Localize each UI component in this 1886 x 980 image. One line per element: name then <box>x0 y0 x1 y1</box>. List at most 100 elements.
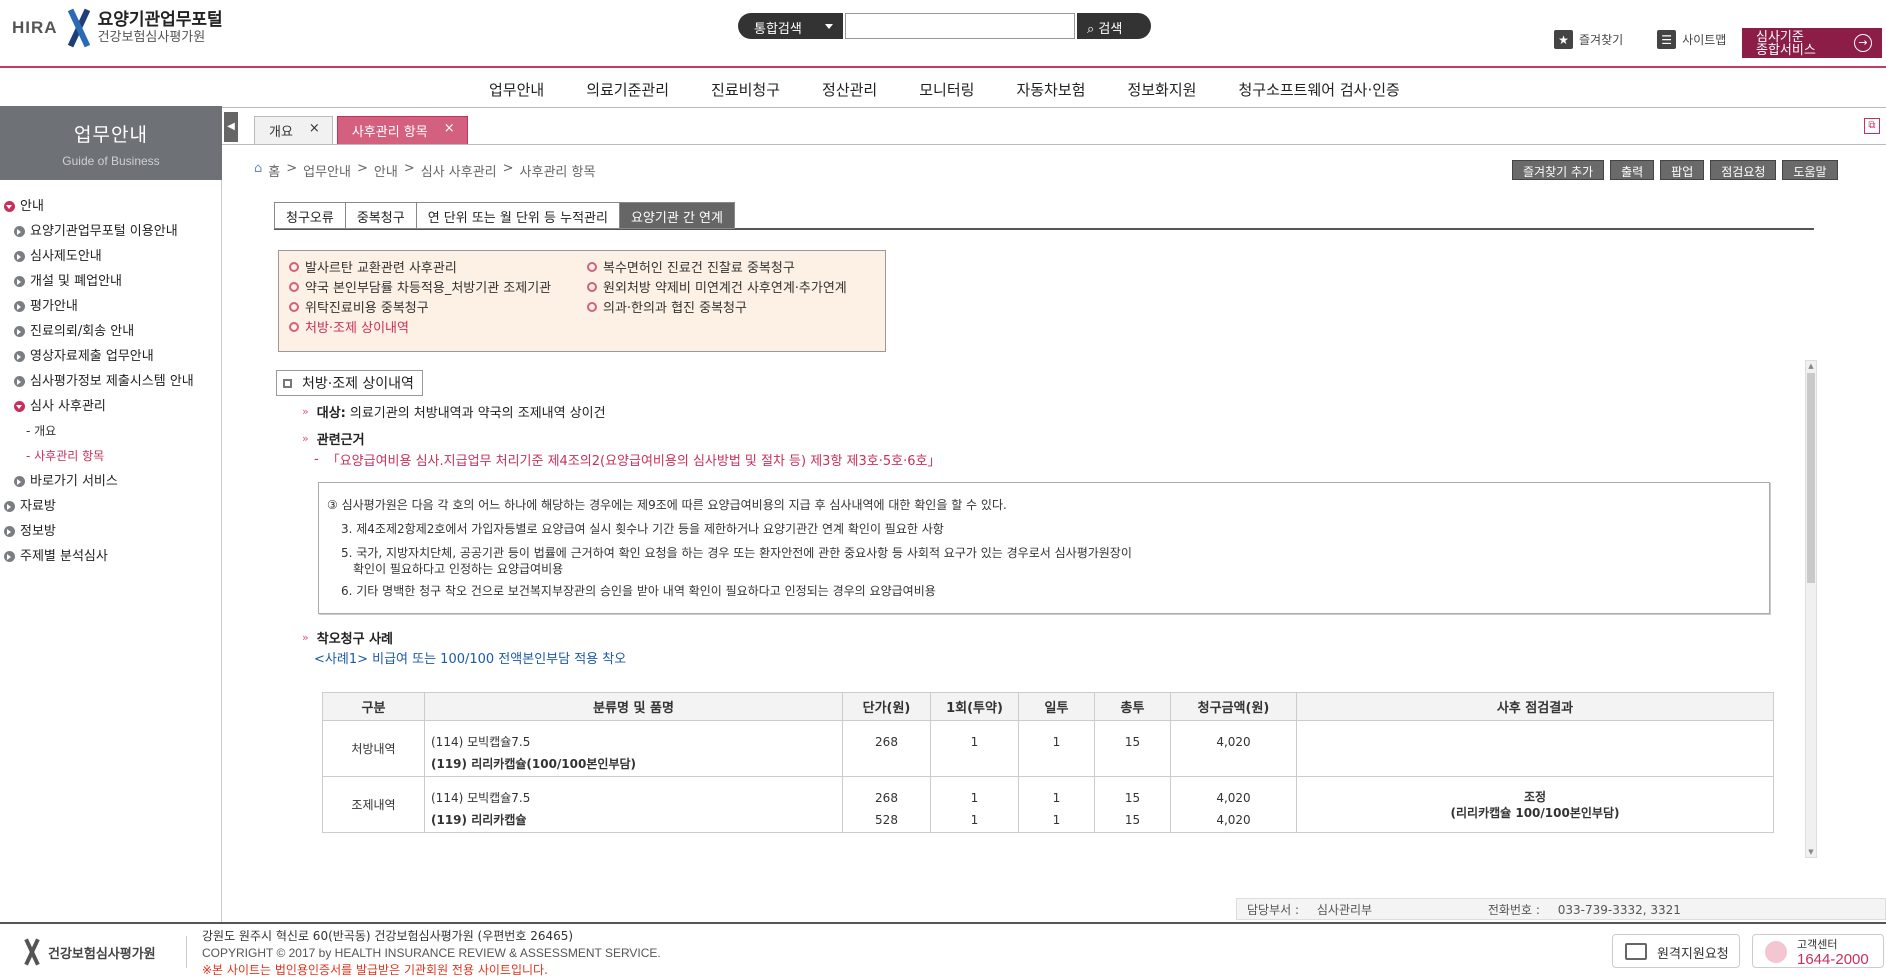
bullet-icon <box>587 281 597 292</box>
row-daily: 11 <box>1018 776 1095 833</box>
nav-software-cert[interactable]: 청구소프트웨어 검사·인증 <box>1217 70 1420 107</box>
row-kind: 처방내역 <box>322 720 425 777</box>
nav-business-guide[interactable]: 업무안내 <box>468 70 565 107</box>
sidebar-item[interactable]: 심사제도안내 <box>0 244 221 269</box>
item-link[interactable]: 발사르탄 교환관련 사후관리 <box>289 257 457 276</box>
monitor-icon <box>1625 943 1647 960</box>
breadcrumb-home[interactable]: 홈 <box>268 161 280 180</box>
item-link[interactable]: 의과·한의과 협진 중복청구 <box>587 297 747 316</box>
item-link[interactable]: 복수면허인 진료건 진찰료 중복청구 <box>587 257 795 276</box>
sidebar-item[interactable]: 심사평가정보 제출시스템 안내 <box>0 369 221 394</box>
department-info: 담당부서 : 심사관리부 전화번호 : 033-739-3332, 3321 <box>1236 898 1886 920</box>
item-link[interactable]: 위탁진료비용 중복청구 <box>289 297 429 316</box>
row-price: 268 <box>842 720 931 777</box>
review-standard-service-button[interactable]: 심사기준 종합서비스 → <box>1742 28 1882 58</box>
home-icon[interactable]: ⌂ <box>254 161 262 180</box>
law-line: ③ 심사평가원은 다음 각 호의 어느 하나에 해당하는 경우에는 제9조에 따… <box>327 498 1007 512</box>
sidebar-item-label: 주제별 분석심사 <box>20 549 108 564</box>
search-button[interactable]: ⌕ 검색 <box>1077 13 1151 39</box>
cell-value: 268 <box>875 791 898 805</box>
popup-button[interactable]: 팝업 <box>1660 160 1705 180</box>
bullet-icon <box>289 261 299 272</box>
nav-auto-insurance[interactable]: 자동차보험 <box>995 70 1106 107</box>
remote-support-button[interactable]: 원격지원요청 <box>1612 934 1740 968</box>
customer-center-button[interactable]: 고객센터 1644-2000 <box>1752 934 1884 968</box>
subtab-cumulative[interactable]: 연 단위 또는 월 단위 등 누적관리 <box>415 202 619 229</box>
item-label: 복수면허인 진료건 진찰료 중복청구 <box>603 261 795 276</box>
subtab-claim-error[interactable]: 청구오류 <box>274 202 345 229</box>
sidebar-menu: 안내 요양기관업무포털 이용안내심사제도안내개설 및 폐업안내 평가안내진료의뢰/회… <box>0 180 221 569</box>
table-header-row: 구분 분류명 및 품명 단가(원) 1회(투약) 일투 총투 청구금액(원) 사… <box>322 692 1774 721</box>
star-icon: ★ <box>1554 30 1573 49</box>
breadcrumb-item[interactable]: 업무안내 <box>303 161 351 180</box>
phone-label: 전화번호 : <box>1487 903 1540 917</box>
content-scrollbar[interactable]: ▲ ▼ <box>1805 360 1817 858</box>
footer-text: 강원도 원주시 혁신로 60(반곡동) 건강보험심사평가원 (우편번호 2646… <box>202 928 661 979</box>
sidebar-item[interactable]: 바로가기 서비스 <box>0 469 221 494</box>
cell-value: 15 <box>1124 791 1141 805</box>
bookmark-link[interactable]: ★ 즐겨찾기 <box>1554 30 1623 49</box>
breadcrumb: ⌂ 홈 > 업무안내 > 안내 > 심사 사후관리 > 사후관리 항목 <box>254 161 595 180</box>
print-button[interactable]: 출력 <box>1610 160 1655 180</box>
nav-it-support[interactable]: 정보화지원 <box>1106 70 1217 107</box>
sidebar-item[interactable]: 심사 사후관리 <box>0 394 221 419</box>
sitemap-link[interactable]: ☰ 사이트맵 <box>1657 30 1726 49</box>
sidebar-item-label: 진료의뢰/회송 안내 <box>30 324 135 339</box>
breadcrumb-item[interactable]: 심사 사후관리 <box>421 161 497 180</box>
add-bookmark-button[interactable]: 즐겨찾기 추가 <box>1512 160 1605 180</box>
tab-followup-items[interactable]: 사후관리 항목 × <box>336 116 468 144</box>
item-link-active[interactable]: 처방·조제 상이내역 <box>289 317 409 336</box>
close-icon[interactable]: × <box>309 121 320 144</box>
footer-copyright: COPYRIGHT © 2017 by HEALTH INSURANCE REV… <box>202 946 661 960</box>
site-logo[interactable]: HIRA 요양기관업무포털 건강보험심사평가원 <box>12 8 223 48</box>
item-label: 발사르탄 교환관련 사후관리 <box>305 261 457 276</box>
sidebar-item[interactable]: 주제별 분석심사 <box>0 544 221 569</box>
scrollbar-thumb[interactable] <box>1807 373 1815 583</box>
sidebar-item[interactable]: 안내 <box>0 194 221 219</box>
subtab-duplicate-claim[interactable]: 중복청구 <box>344 202 416 229</box>
nav-monitoring[interactable]: 모니터링 <box>898 70 995 107</box>
search-input[interactable] <box>845 13 1075 39</box>
table-row: 처방내역 (114) 모빅캡슐7.5 (119) 리리카캡슐(100/100본인부… <box>322 720 1774 777</box>
basis-reference: - 「요양급여비용 심사.지급업무 처리기준 제4조의2(요양급여비용의 심사방법… <box>314 450 940 469</box>
bullet-icon <box>289 321 299 332</box>
sidebar-item[interactable]: 자료방 <box>0 494 221 519</box>
sidebar-item[interactable]: 영상자료제출 업무안내 <box>0 344 221 369</box>
col-header: 일투 <box>1018 692 1095 721</box>
collapsed-icon <box>14 326 25 337</box>
item-link[interactable]: 원외처방 약제비 미연계건 사후연계·추가연계 <box>587 277 847 296</box>
section-title-text: 처방·조제 상이내역 <box>302 376 414 392</box>
search-scope-select[interactable]: 통합검색 <box>738 13 843 39</box>
sidebar-collapse-button[interactable]: ◀ <box>224 112 238 142</box>
sidebar-item[interactable]: - 개요 <box>0 419 221 444</box>
sidebar-item[interactable]: 요양기관업무포털 이용안내 <box>0 219 221 244</box>
collapsed-icon <box>14 251 25 262</box>
help-button[interactable]: 도움말 <box>1782 160 1838 180</box>
close-icon[interactable]: × <box>444 121 455 144</box>
double-chevron-icon: » <box>302 631 309 644</box>
sidebar-item[interactable]: - 사후관리 항목 <box>0 444 221 469</box>
scroll-down-icon[interactable]: ▼ <box>1806 847 1816 857</box>
breadcrumb-item[interactable]: 안내 <box>374 161 398 180</box>
subtab-institution-link[interactable]: 요양기관 간 연계 <box>618 202 735 229</box>
sidebar-item[interactable]: 정보방 <box>0 519 221 544</box>
sidebar-item-label: 심사제도안내 <box>30 249 102 264</box>
sidebar-item[interactable]: 진료의뢰/회송 안내 <box>0 319 221 344</box>
scroll-up-icon[interactable]: ▲ <box>1806 361 1816 371</box>
sidebar-item[interactable]: 개설 및 폐업안내 <box>0 269 221 294</box>
item-name: (114) 모빅캡슐7.5 <box>431 735 531 749</box>
item-link[interactable]: 약국 본인부담률 차등적용_처방기관 조제기관 <box>289 277 551 296</box>
nav-settlement[interactable]: 정산관리 <box>801 70 898 107</box>
row-daily: 1 <box>1018 720 1095 777</box>
collapsed-icon <box>14 226 25 237</box>
tab-overview[interactable]: 개요 × <box>254 116 333 144</box>
nav-claims[interactable]: 진료비청구 <box>690 70 801 107</box>
sidebar-item[interactable]: 평가안내 <box>0 294 221 319</box>
item-name: (114) 모빅캡슐7.5 <box>431 791 531 805</box>
inspection-request-button[interactable]: 점검요청 <box>1710 160 1777 180</box>
window-icon[interactable]: ⧉ <box>1864 118 1880 134</box>
collapsed-icon <box>4 526 15 537</box>
nav-medical-standard[interactable]: 의료기준관리 <box>565 70 690 107</box>
row-result: 조정 (리리카캡슐 100/100본인부담) <box>1296 776 1774 833</box>
collapsed-icon <box>4 551 15 562</box>
